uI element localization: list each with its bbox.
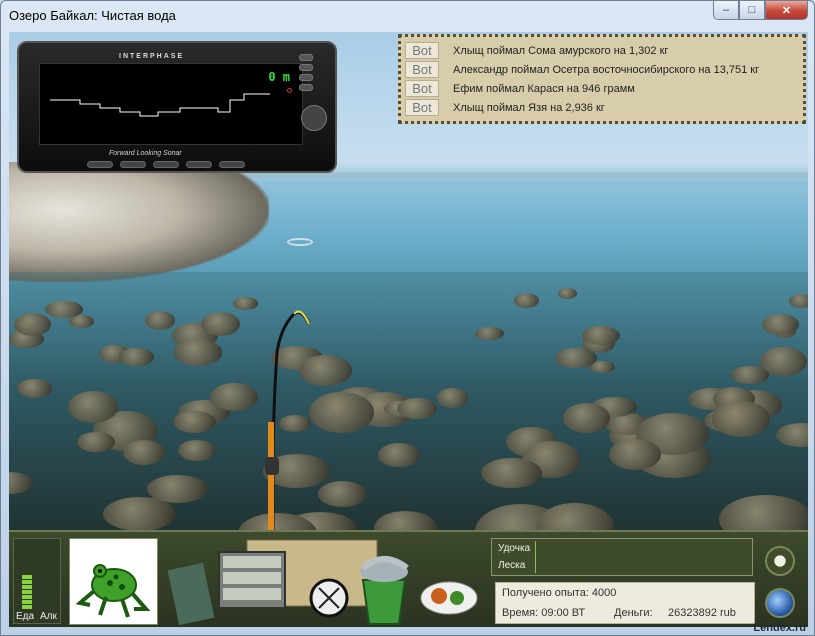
sonar-caption: Forward Looking Sonar bbox=[109, 150, 182, 157]
close-button[interactable]: ✕ bbox=[765, 1, 808, 20]
needs-gauges: Еда Алк bbox=[13, 538, 61, 624]
food-plate-icon bbox=[420, 581, 478, 615]
gauge-segment bbox=[22, 605, 32, 609]
sonar-side-button[interactable] bbox=[299, 84, 313, 91]
gauge-segment bbox=[22, 575, 32, 579]
minimize-button[interactable]: – bbox=[713, 1, 739, 20]
line-status-label: Леска bbox=[498, 560, 526, 571]
sonar-target-icon bbox=[287, 88, 292, 93]
tackle-status: Удочка Леска bbox=[491, 538, 753, 576]
sonar-depth: 0 m bbox=[268, 70, 290, 84]
alcohol-label: Алк bbox=[40, 611, 57, 622]
catch-log-row: Bot Хлыщ поймал Язя на 2,936 кг bbox=[405, 98, 799, 117]
window-title: Озеро Байкал: Чистая вода bbox=[9, 8, 176, 23]
sonar-device: INTERPHASE 0 m Forward Looking Sonar bbox=[17, 41, 337, 173]
money-label: Деньги: bbox=[614, 607, 653, 619]
bottom-panel: Еда Алк Удочка Леска Получено опыта: 400… bbox=[9, 530, 808, 627]
menu-icon[interactable] bbox=[765, 546, 795, 576]
rod-status-label: Удочка bbox=[498, 543, 531, 554]
bot-button[interactable]: Bot bbox=[405, 42, 439, 59]
food-gauge bbox=[22, 549, 32, 609]
experience-text: Получено опыта: 4000 bbox=[502, 587, 617, 599]
money-value: 26323892 rub bbox=[668, 607, 736, 619]
player-info: Получено опыта: 4000 Время: 09:00 ВТ Ден… bbox=[495, 582, 755, 624]
catch-log-text: Ефим поймал Карася на 946 грамм bbox=[453, 82, 635, 95]
gauge-segment bbox=[22, 590, 32, 594]
catch-log: Bot Хлыщ поймал Сома амурского на 1,302 … bbox=[398, 34, 806, 124]
catch-log-text: Хлыщ поймал Язя на 2,936 кг bbox=[453, 101, 605, 114]
sonar-bottom-buttons bbox=[87, 161, 245, 168]
bot-button[interactable]: Bot bbox=[405, 61, 439, 78]
sonar-button[interactable] bbox=[120, 161, 146, 168]
tackle-box-icon bbox=[218, 551, 286, 609]
sonar-side-buttons bbox=[299, 51, 327, 94]
bot-button[interactable]: Bot bbox=[405, 99, 439, 116]
sonar-button[interactable] bbox=[87, 161, 113, 168]
sonar-profile bbox=[50, 93, 270, 117]
sonar-dpad-icon[interactable] bbox=[301, 105, 327, 131]
bot-button[interactable]: Bot bbox=[405, 80, 439, 97]
gauge-segment bbox=[22, 600, 32, 604]
watermark: Lendex.ru bbox=[753, 622, 806, 634]
sonar-side-button[interactable] bbox=[299, 74, 313, 81]
sonar-brand: INTERPHASE bbox=[119, 53, 185, 60]
fish-bucket-icon bbox=[360, 556, 409, 625]
compass-icon bbox=[309, 578, 349, 618]
gauge-segment bbox=[22, 580, 32, 584]
frog-icon bbox=[75, 564, 151, 618]
gauge-segment bbox=[22, 595, 32, 599]
sonar-side-button[interactable] bbox=[299, 64, 313, 71]
time-text: Время: 09:00 ВТ bbox=[502, 607, 586, 619]
sonar-button[interactable] bbox=[219, 161, 245, 168]
catch-log-text: Александр поймал Осетра восточносибирско… bbox=[453, 63, 760, 76]
alcohol-gauge bbox=[44, 549, 54, 609]
catch-log-row: Bot Александр поймал Осетра восточносиби… bbox=[405, 60, 799, 79]
app-window: Озеро Байкал: Чистая вода – □ ✕ INTERPHA… bbox=[0, 0, 815, 636]
sonar-button[interactable] bbox=[153, 161, 179, 168]
sonar-side-button[interactable] bbox=[299, 54, 313, 61]
window-controls: – □ ✕ bbox=[713, 1, 808, 20]
catch-log-text: Хлыщ поймал Сома амурского на 1,302 кг bbox=[453, 44, 669, 57]
gauge-segment bbox=[22, 585, 32, 589]
bait-slot[interactable] bbox=[69, 538, 158, 625]
tackle-area bbox=[167, 539, 478, 626]
sonar-screen: 0 m bbox=[39, 63, 303, 145]
status-divider bbox=[535, 541, 536, 573]
sonar-button[interactable] bbox=[186, 161, 212, 168]
food-label: Еда bbox=[16, 611, 35, 622]
title-bar[interactable]: Озеро Байкал: Чистая вода – □ ✕ bbox=[1, 1, 814, 31]
book-icon bbox=[167, 562, 215, 626]
maximize-button[interactable]: □ bbox=[739, 1, 765, 20]
globe-icon[interactable] bbox=[765, 588, 795, 618]
catch-log-row: Bot Хлыщ поймал Сома амурского на 1,302 … bbox=[405, 41, 799, 60]
catch-log-row: Bot Ефим поймал Карася на 946 грамм bbox=[405, 79, 799, 98]
